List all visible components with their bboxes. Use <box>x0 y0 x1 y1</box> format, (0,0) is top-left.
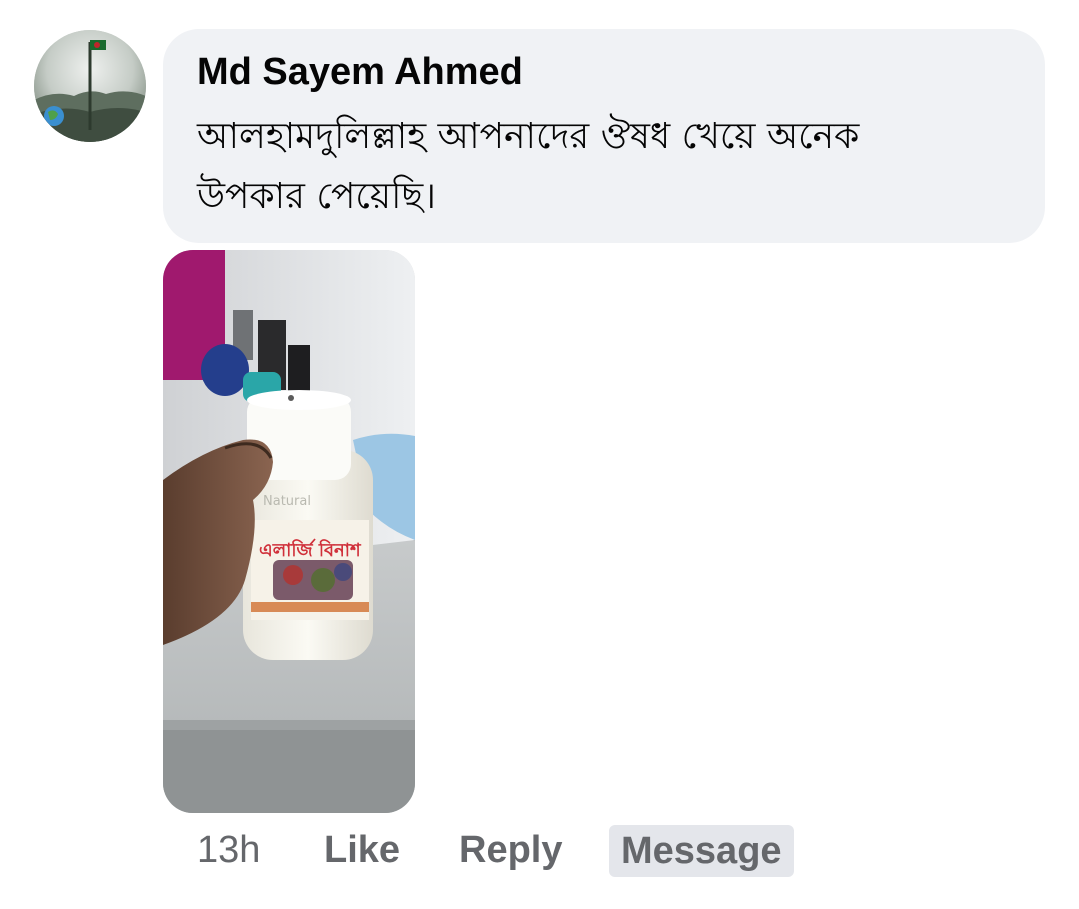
comment-text: আলহামদুলিল্লাহ আপনাদের ঔষধ খেয়ে অনেক উপ… <box>197 116 860 217</box>
photo-image: Natural এলার্জি বিনাশ <box>163 250 415 813</box>
message-button[interactable]: Message <box>609 825 794 877</box>
avatar-image <box>34 30 146 142</box>
avatar[interactable] <box>34 30 146 142</box>
comment-actions: 13h Like Reply Message <box>0 822 1079 882</box>
timestamp[interactable]: 13h <box>197 822 260 878</box>
photo-label-text: এলার্জি বিনাশ <box>259 538 362 561</box>
comment-photo[interactable]: Natural এলার্জি বিনাশ <box>163 250 415 813</box>
author-name[interactable]: Md Sayem Ahmed <box>197 51 523 94</box>
like-button[interactable]: Like <box>324 822 400 878</box>
comment-bubble: Md Sayem Ahmed আলহামদুলিল্লাহ আপনাদের ঔষ… <box>163 29 1045 243</box>
reply-button[interactable]: Reply <box>459 822 562 878</box>
comment: Md Sayem Ahmed আলহামদুলিল্লাহ আপনাদের ঔষ… <box>0 0 1079 909</box>
photo-label-brand: Natural <box>263 494 311 509</box>
